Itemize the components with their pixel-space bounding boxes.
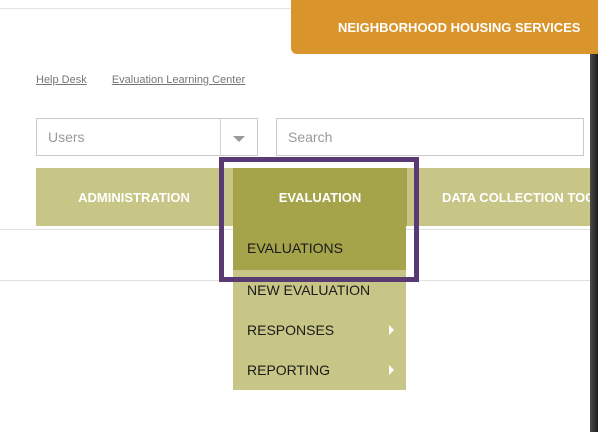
organization-banner: NEIGHBORHOOD HOUSING SERVICES bbox=[291, 0, 598, 54]
organization-name: NEIGHBORHOOD HOUSING SERVICES bbox=[338, 19, 581, 35]
search-scope-select[interactable]: Users bbox=[36, 118, 258, 156]
top-divider bbox=[0, 8, 300, 9]
main-nav: ADMINISTRATION EVALUATION DATA COLLECTIO… bbox=[36, 168, 590, 226]
chevron-right-icon bbox=[389, 365, 394, 375]
nav-administration[interactable]: ADMINISTRATION bbox=[36, 168, 232, 226]
search-input[interactable] bbox=[276, 118, 584, 156]
dropdown-toggle[interactable] bbox=[220, 119, 257, 155]
menu-item-label: REPORTING bbox=[247, 362, 330, 378]
menu-item-label: NEW EVALUATION bbox=[247, 282, 371, 298]
search-scope-value: Users bbox=[48, 129, 85, 145]
help-desk-link[interactable]: Help Desk bbox=[36, 74, 87, 86]
chevron-right-icon bbox=[389, 325, 394, 335]
evaluation-dropdown-menu: EVALUATIONS NEW EVALUATION RESPONSES REP… bbox=[233, 226, 406, 390]
learning-center-link[interactable]: Evaluation Learning Center bbox=[112, 74, 245, 86]
menu-item-label: EVALUATIONS bbox=[247, 240, 343, 256]
utility-links: Help Desk Evaluation Learning Center bbox=[36, 74, 267, 86]
menu-item-reporting[interactable]: REPORTING bbox=[233, 350, 406, 390]
nav-data-collection-tools[interactable]: DATA COLLECTION TOOLS bbox=[409, 168, 590, 226]
menu-item-new-evaluation[interactable]: NEW EVALUATION bbox=[233, 270, 406, 310]
menu-item-responses[interactable]: RESPONSES bbox=[233, 310, 406, 350]
menu-item-evaluations[interactable]: EVALUATIONS bbox=[233, 226, 406, 270]
menu-item-label: RESPONSES bbox=[247, 322, 335, 338]
nav-evaluation[interactable]: EVALUATION bbox=[233, 168, 407, 226]
window-edge bbox=[590, 54, 598, 432]
chevron-down-icon bbox=[233, 135, 245, 142]
